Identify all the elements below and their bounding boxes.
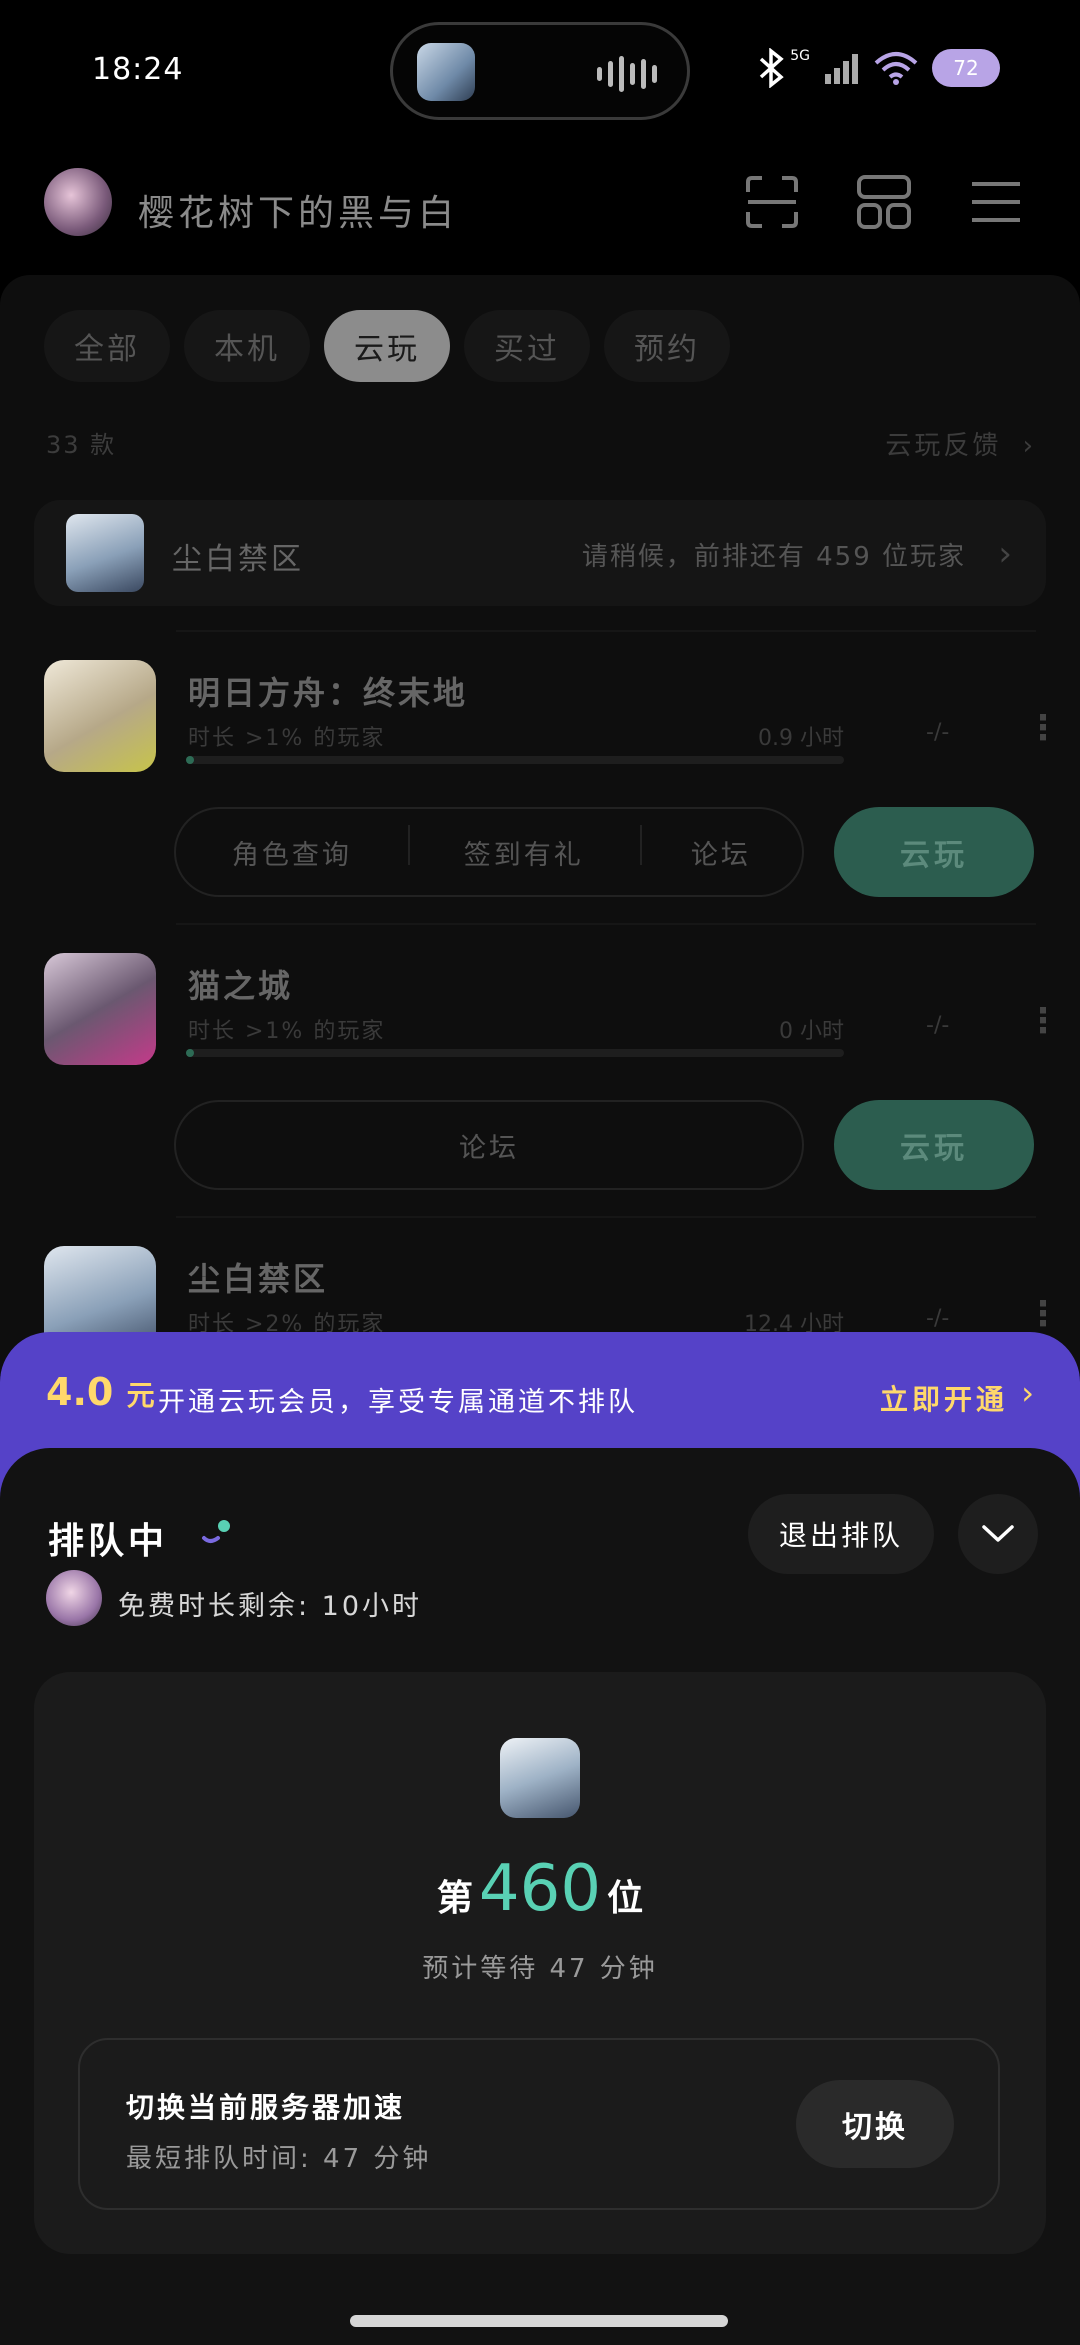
user-avatar[interactable] (44, 168, 112, 236)
chevron-right-icon: › (1021, 1374, 1034, 1412)
more-options-icon[interactable]: ⋮ (1026, 1294, 1060, 1334)
game-playtime-label: 时长 >1% 的玩家 (188, 1019, 386, 1044)
divider (176, 630, 1036, 632)
more-options-icon[interactable]: ⋮ (1026, 708, 1060, 748)
queue-position-info: 请稍候，前排还有 459 位玩家 (581, 542, 966, 572)
game-name: 尘白禁区 (188, 1260, 329, 1298)
page-title: 樱花树下的黑与白 (138, 193, 459, 234)
game-hours: 0 小时 (779, 1019, 844, 1044)
games-list-panel: 全部 本机 云玩 买过 预约 33 款 云玩反馈 › 尘白禁区 请稍候，前排还有… (0, 275, 1080, 1375)
game-name: 明日方舟：终末地 (188, 674, 469, 712)
user-avatar (46, 1570, 102, 1626)
forum-button[interactable]: 论坛 (176, 1126, 802, 1165)
game-icon[interactable] (44, 660, 156, 772)
apps-icon[interactable] (854, 172, 914, 232)
network-type-label: 5G (790, 48, 810, 64)
home-indicator[interactable] (350, 2315, 728, 2327)
game-icon[interactable] (44, 953, 156, 1065)
queue-rank: 第460 位 (34, 1852, 1046, 1926)
system-icons: 5G 72 (756, 48, 1000, 88)
divider (176, 923, 1036, 925)
loading-icon (202, 1520, 230, 1543)
queue-status-card[interactable]: 尘白禁区 请稍候，前排还有 459 位玩家 › (34, 500, 1046, 606)
tab-reserved[interactable]: 预约 (604, 310, 730, 382)
rank-prefix: 第 (436, 1878, 473, 1919)
promo-price-value: 4.0 (46, 1370, 114, 1414)
menu-icon[interactable] (966, 172, 1026, 232)
chevron-right-icon: › (998, 534, 1012, 574)
app-header: 樱花树下的黑与白 (0, 150, 1080, 260)
wifi-icon (874, 52, 918, 85)
divider (176, 1216, 1036, 1218)
game-playtime-label: 时长 >1% 的玩家 (188, 726, 386, 751)
game-rating: -/- (926, 1013, 950, 1038)
island-game-thumbnail (417, 43, 475, 101)
game-thumbnail (500, 1738, 580, 1818)
queue-game-name: 尘白禁区 (172, 542, 304, 577)
cloud-play-button[interactable]: 云玩 (834, 807, 1034, 897)
rank-suffix: 位 (607, 1878, 644, 1919)
tab-local[interactable]: 本机 (184, 310, 310, 382)
dynamic-island[interactable] (390, 22, 690, 120)
game-rating: -/- (926, 720, 950, 745)
rank-number: 460 (478, 1852, 602, 1926)
tab-cloud[interactable]: 云玩 (324, 310, 450, 382)
shortest-queue-time: 最短排队时间: 47 分钟 (126, 2144, 432, 2174)
promo-text: 开通云玩会员，享受专属通道不排队 (158, 1387, 638, 1418)
cloud-play-button[interactable]: 云玩 (834, 1100, 1034, 1190)
playtime-progress-fill (186, 1049, 194, 1057)
playtime-progress-bar (186, 756, 844, 764)
playtime-progress-fill (186, 756, 194, 764)
server-switch-card: 切换当前服务器加速 最短排队时间: 47 分钟 切换 (78, 2038, 1000, 2210)
filter-tabs: 全部 本机 云玩 买过 预约 (44, 310, 730, 382)
game-name: 猫之城 (188, 967, 294, 1005)
game-hours: 0.9 小时 (758, 726, 844, 751)
collapse-button[interactable] (958, 1494, 1038, 1574)
free-time-remaining: 免费时长剩余: 10小时 (118, 1591, 423, 1622)
feedback-label: 云玩反馈 (885, 431, 1002, 461)
chevron-down-icon (982, 1525, 1014, 1542)
scan-icon[interactable] (742, 172, 802, 232)
estimated-wait: 预计等待 47 分钟 (422, 1954, 658, 1984)
activate-now-button[interactable]: 立即开通 (880, 1378, 1008, 1418)
bluetooth-icon (760, 48, 784, 88)
checkin-gift-button[interactable]: 签到有礼 (407, 824, 640, 872)
status-bar: 18:24 5G 72 (0, 0, 1080, 140)
audio-wave-icon (597, 55, 657, 93)
queue-position-panel: 第460 位 预计等待 47 分钟 切换当前服务器加速 最短排队时间: 47 分钟… (34, 1672, 1046, 2254)
queue-title: 排队中 (48, 1521, 169, 1562)
game-actions: 角色查询 签到有礼 论坛 (174, 807, 804, 897)
queue-game-thumbnail (66, 514, 144, 592)
game-rating: -/- (926, 1306, 950, 1331)
promo-price-unit: 元 (126, 1379, 155, 1412)
status-time: 18:24 (92, 52, 184, 87)
switch-server-button[interactable]: 切换 (796, 2080, 954, 2168)
exit-queue-button[interactable]: 退出排队 (748, 1494, 934, 1574)
cloud-feedback-link[interactable]: 云玩反馈 › (885, 425, 1036, 462)
forum-button[interactable]: 论坛 (639, 824, 802, 872)
game-count: 33 款 (46, 431, 117, 459)
chevron-right-icon: › (1022, 431, 1036, 461)
tab-all[interactable]: 全部 (44, 310, 170, 382)
tab-purchased[interactable]: 买过 (464, 310, 590, 382)
promo-price: 4.0 元 (46, 1370, 155, 1414)
more-options-icon[interactable]: ⋮ (1026, 1001, 1060, 1041)
playtime-progress-bar (186, 1049, 844, 1057)
signal-icon (825, 54, 858, 84)
queue-bottom-sheet: 排队中 免费时长剩余: 10小时 退出排队 第460 位 预计等待 47 分钟 切… (0, 1448, 1080, 2345)
game-actions: 论坛 (174, 1100, 804, 1190)
role-query-button[interactable]: 角色查询 (176, 833, 408, 872)
battery-icon: 72 (932, 49, 1000, 87)
server-switch-title: 切换当前服务器加速 (126, 2091, 406, 2124)
